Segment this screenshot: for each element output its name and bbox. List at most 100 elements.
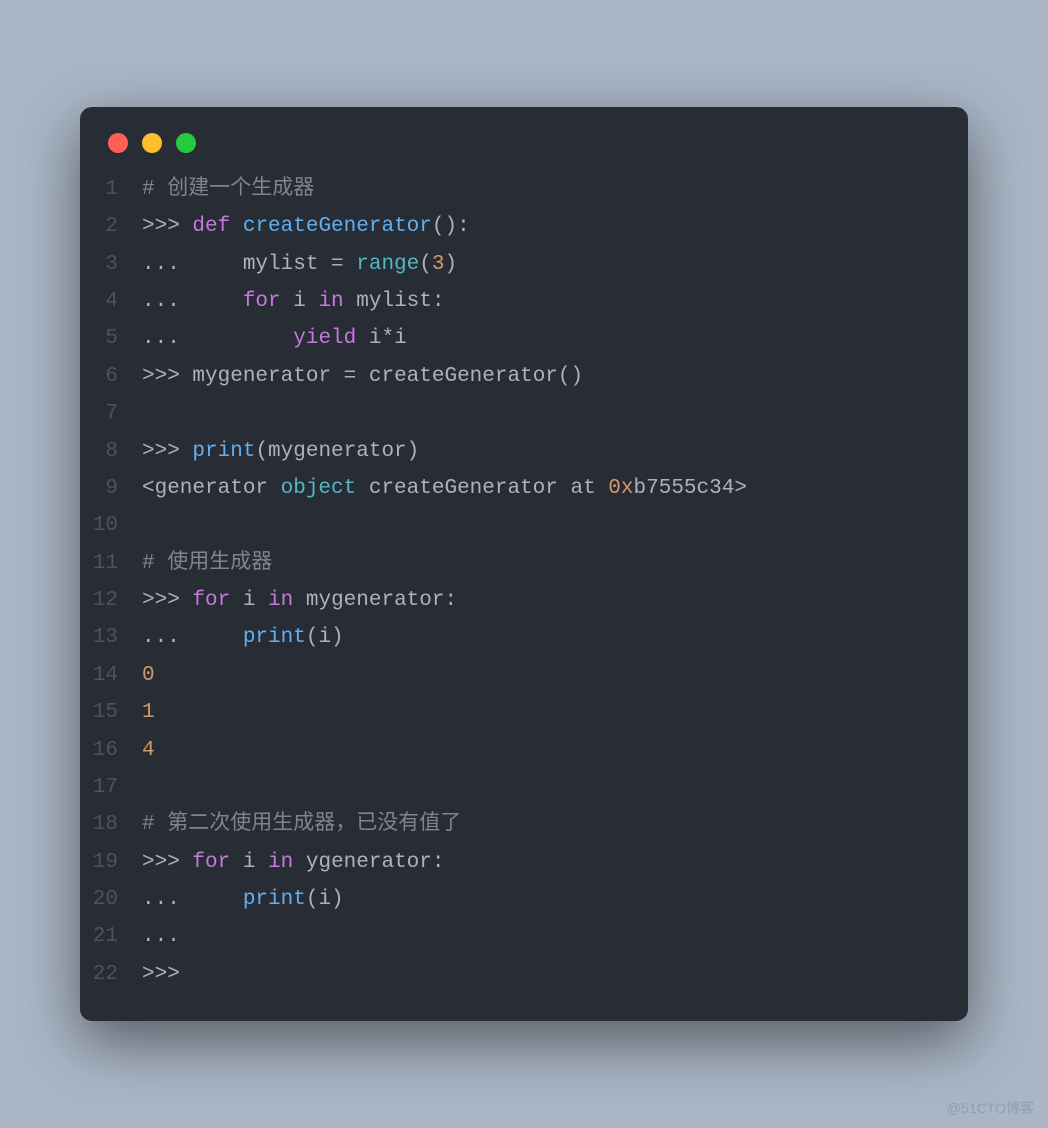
code-token: mygenerator: <box>293 589 457 612</box>
code-token: ygenerator: <box>293 851 444 874</box>
line-content: >>> mygenerator = createGenerator() <box>142 358 944 395</box>
code-line: 22>>> <box>80 956 944 993</box>
code-line: 1# 创建一个生成器 <box>80 171 944 208</box>
code-token: ... <box>142 925 180 948</box>
code-line: 7 <box>80 395 944 432</box>
code-token: # 创建一个生成器 <box>142 178 314 201</box>
line-number: 10 <box>80 507 142 544</box>
code-token: ... <box>142 327 293 350</box>
code-token: 0 <box>142 664 155 687</box>
code-token: ... <box>142 888 243 911</box>
code-line: 140 <box>80 657 944 694</box>
code-token: mylist: <box>344 290 445 313</box>
code-token: i <box>230 589 268 612</box>
code-line: 10 <box>80 507 944 544</box>
code-token: mygenerator <box>192 365 343 388</box>
code-token: >>> <box>142 215 192 238</box>
line-number: 18 <box>80 806 142 843</box>
code-token: >>> <box>142 589 192 612</box>
code-token: createGenerator() <box>356 365 583 388</box>
line-number: 1 <box>80 171 142 208</box>
line-number: 6 <box>80 358 142 395</box>
code-line: 19>>> for i in ygenerator: <box>80 844 944 881</box>
watermark-text: @51CTO博客 <box>947 1098 1034 1118</box>
code-token: > <box>734 477 747 500</box>
line-content: 0 <box>142 657 944 694</box>
code-window: 1# 创建一个生成器2>>> def createGenerator():3..… <box>80 107 968 1021</box>
line-content: <generator object createGenerator at 0xb… <box>142 470 944 507</box>
line-number: 3 <box>80 246 142 283</box>
line-content <box>142 395 944 432</box>
line-content: ... print(i) <box>142 881 944 918</box>
code-token: ... <box>142 626 243 649</box>
line-number: 7 <box>80 395 142 432</box>
line-number: 4 <box>80 283 142 320</box>
line-content <box>142 507 944 544</box>
code-token: ( <box>419 253 432 276</box>
line-number: 20 <box>80 881 142 918</box>
line-content: >>> for i in ygenerator: <box>142 844 944 881</box>
code-token: print <box>192 440 255 463</box>
line-content: >>> def createGenerator(): <box>142 208 944 245</box>
code-token: in <box>318 290 343 313</box>
code-token: i <box>394 327 407 350</box>
code-token: 3 <box>432 253 445 276</box>
code-token: for <box>243 290 281 313</box>
line-content: 4 <box>142 732 944 769</box>
code-token: ... mylist <box>142 253 331 276</box>
code-token: 1 <box>142 701 155 724</box>
line-number: 17 <box>80 769 142 806</box>
line-number: 2 <box>80 208 142 245</box>
line-number: 16 <box>80 732 142 769</box>
code-token: >>> <box>142 440 192 463</box>
code-token: ... <box>142 290 243 313</box>
code-token: 4 <box>142 739 155 762</box>
line-content: ... for i in mylist: <box>142 283 944 320</box>
code-token: i <box>230 851 268 874</box>
line-content: >>> for i in mygenerator: <box>142 582 944 619</box>
code-token: = <box>331 253 344 276</box>
code-token <box>344 253 357 276</box>
code-token: ) <box>444 253 457 276</box>
code-line: 12>>> for i in mygenerator: <box>80 582 944 619</box>
line-content: # 创建一个生成器 <box>142 171 944 208</box>
code-token: print <box>243 888 306 911</box>
code-line: 5... yield i*i <box>80 320 944 357</box>
line-content: ... mylist = range(3) <box>142 246 944 283</box>
code-token: <generator <box>142 477 281 500</box>
code-line: 11# 使用生成器 <box>80 545 944 582</box>
code-token <box>230 215 243 238</box>
line-number: 15 <box>80 694 142 731</box>
line-number: 21 <box>80 918 142 955</box>
line-content: >>> <box>142 956 944 993</box>
line-number: 9 <box>80 470 142 507</box>
code-token: i <box>281 290 319 313</box>
code-token: >>> <box>142 365 192 388</box>
code-token: # 使用生成器 <box>142 552 272 575</box>
code-token: (): <box>432 215 470 238</box>
minimize-icon[interactable] <box>142 133 162 153</box>
line-number: 11 <box>80 545 142 582</box>
line-content: # 使用生成器 <box>142 545 944 582</box>
code-token: def <box>192 215 230 238</box>
code-token: in <box>268 851 293 874</box>
line-content: ... yield i*i <box>142 320 944 357</box>
maximize-icon[interactable] <box>176 133 196 153</box>
line-content: # 第二次使用生成器，已没有值了 <box>142 806 944 843</box>
close-icon[interactable] <box>108 133 128 153</box>
code-token: (i) <box>306 626 344 649</box>
code-token: = <box>344 365 357 388</box>
code-line: 6>>> mygenerator = createGenerator() <box>80 358 944 395</box>
code-line: 2>>> def createGenerator(): <box>80 208 944 245</box>
line-number: 13 <box>80 619 142 656</box>
line-content: >>> print(mygenerator) <box>142 433 944 470</box>
code-line: 4... for i in mylist: <box>80 283 944 320</box>
code-token: in <box>268 589 293 612</box>
code-token: # 第二次使用生成器，已没有值了 <box>142 813 461 836</box>
code-line: 3... mylist = range(3) <box>80 246 944 283</box>
code-token: range <box>356 253 419 276</box>
code-line: 9<generator object createGenerator at 0x… <box>80 470 944 507</box>
code-token: object <box>281 477 357 500</box>
code-token: createGenerator <box>243 215 432 238</box>
line-number: 14 <box>80 657 142 694</box>
